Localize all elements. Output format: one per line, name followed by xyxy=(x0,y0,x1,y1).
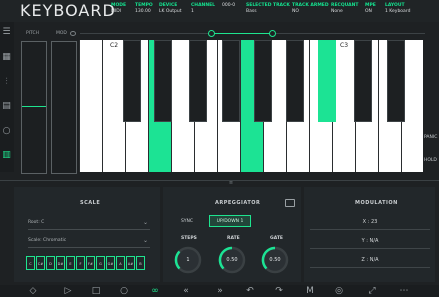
chevron-down-icon: ⌄ xyxy=(142,237,148,244)
black-key[interactable] xyxy=(354,40,372,122)
mode-field[interactable]: MODE MIDI xyxy=(111,3,126,15)
piano-icon[interactable]: ▥ xyxy=(1,150,12,161)
play-icon[interactable]: ▷ xyxy=(62,286,74,297)
tempo-field[interactable]: TEMPO 130.00 xyxy=(135,3,153,15)
rate-knob[interactable]: 0.50 xyxy=(218,246,246,274)
bank-program-field[interactable]: 000-0 xyxy=(222,3,235,9)
gate-label: GATE xyxy=(270,236,283,241)
stop-icon[interactable]: □ xyxy=(90,286,102,297)
target-icon[interactable]: ◎ xyxy=(333,286,345,297)
expand-icon[interactable]: ⤢ xyxy=(366,286,378,297)
black-key[interactable] xyxy=(222,40,240,122)
clip-icon[interactable]: ▤ xyxy=(1,101,12,112)
mixer-icon[interactable]: ⫶ xyxy=(1,77,12,88)
steps-knob[interactable]: 1 xyxy=(174,246,202,274)
scale-select[interactable]: Scale: Chromatic ⌄ xyxy=(28,235,150,248)
grid-icon[interactable]: ▦ xyxy=(1,52,12,63)
white-key[interactable] xyxy=(102,40,125,172)
panic-button[interactable]: PANIC xyxy=(424,135,437,140)
arp-direction-button[interactable]: UP/DOWN 1 xyxy=(209,215,251,227)
mod-x-row[interactable]: X : 23 xyxy=(310,215,430,230)
link-icon[interactable]: ∞ xyxy=(149,286,161,297)
metronome-icon[interactable]: M xyxy=(304,286,316,297)
range-slider-selection xyxy=(212,33,273,34)
gate-knob[interactable]: 0.50 xyxy=(261,246,289,274)
note-label-c3: C3 xyxy=(340,42,349,49)
scale-note-toggle[interactable]: D# xyxy=(56,256,65,270)
black-key[interactable] xyxy=(123,40,141,122)
black-key-active[interactable] xyxy=(318,40,336,122)
scale-note-toggle[interactable]: C xyxy=(26,256,35,270)
black-key[interactable] xyxy=(387,40,405,122)
sync-button[interactable]: SYNC xyxy=(173,216,201,228)
scale-note-toggle[interactable]: F# xyxy=(86,256,95,270)
chevron-down-icon: ⌄ xyxy=(142,219,148,226)
black-key[interactable] xyxy=(154,40,172,122)
recquant-field[interactable]: RECQUANT None xyxy=(331,3,359,15)
redo-icon[interactable]: ↷ xyxy=(273,286,285,297)
black-key[interactable] xyxy=(189,40,207,122)
keys-icon[interactable]: ☰ xyxy=(1,27,12,38)
track-armed-field[interactable]: TRACK ARMED NO xyxy=(292,3,329,15)
scale-note-toggle[interactable]: C# xyxy=(36,256,45,270)
mod-toggle-icon[interactable] xyxy=(70,31,76,36)
header-bar: KEYBOARD MODE MIDI TEMPO 130.00 DEVICE LK O… xyxy=(0,0,439,22)
undo-icon[interactable]: ↶ xyxy=(244,286,256,297)
channel-field[interactable]: CHANNEL 1 xyxy=(191,3,215,15)
scale-note-toggle[interactable]: D xyxy=(46,256,55,270)
modulation-title: MODULATION xyxy=(355,200,398,206)
range-slider-low-handle[interactable] xyxy=(208,30,215,37)
mod-y-row[interactable]: Y : N/A xyxy=(310,234,430,249)
mpe-field[interactable]: MPE ON xyxy=(365,3,376,15)
keyboard: C2 C3 xyxy=(79,40,423,172)
pitch-label: PITCH xyxy=(26,31,40,36)
mod-z-row[interactable]: Z : N/A xyxy=(310,253,430,268)
layout-field[interactable]: LAYOUT 1 Keyboard xyxy=(385,3,410,15)
white-key[interactable] xyxy=(79,40,102,172)
rate-label: RATE xyxy=(227,236,240,241)
note-label-c2: C2 xyxy=(110,42,119,49)
circle-icon[interactable]: ○ xyxy=(1,126,12,137)
scale-note-toggle[interactable]: E xyxy=(66,256,75,270)
black-key[interactable] xyxy=(254,40,272,122)
black-key[interactable] xyxy=(286,40,304,122)
arp-toggle-icon[interactable] xyxy=(285,199,295,207)
pitch-wheel[interactable] xyxy=(21,41,47,174)
forward-icon[interactable]: » xyxy=(214,286,226,297)
pitch-wheel-center xyxy=(22,106,46,107)
root-select[interactable]: Root: C ⌄ xyxy=(28,217,150,230)
dots-icon[interactable]: ⋯ xyxy=(398,286,410,297)
sidebar: ☰ ▦ ⫶ ▤ ○ ▥ xyxy=(0,22,14,172)
mod-wheel[interactable] xyxy=(51,41,77,174)
scale-note-toggle[interactable]: A# xyxy=(126,256,135,270)
resize-grip-icon[interactable]: ≡ xyxy=(226,181,236,186)
arpeggiator-title: ARPEGGIATOR xyxy=(215,200,261,206)
scale-note-toggle[interactable]: B xyxy=(136,256,145,270)
rewind-icon[interactable]: « xyxy=(180,286,192,297)
device-field[interactable]: DEVICE LK Output xyxy=(159,3,182,15)
hold-button[interactable]: HOLD xyxy=(424,158,437,163)
scale-note-toggle[interactable]: A xyxy=(116,256,125,270)
loop-icon[interactable]: ○ xyxy=(118,286,130,297)
range-slider-high-handle[interactable] xyxy=(269,30,276,37)
selected-track-field[interactable]: SELECTED TRACK Bass xyxy=(246,3,290,15)
scale-note-toggle[interactable]: G# xyxy=(106,256,115,270)
eraser-icon[interactable]: ◇ xyxy=(27,286,39,297)
app-title: KEYBOARD xyxy=(20,1,116,20)
mod-label: MOD xyxy=(56,31,67,36)
scale-note-toggle[interactable]: F xyxy=(76,256,85,270)
scale-note-toggle[interactable]: G xyxy=(96,256,105,270)
divider xyxy=(0,180,439,181)
scale-title: SCALE xyxy=(80,200,101,206)
steps-label: STEPS xyxy=(181,236,197,241)
